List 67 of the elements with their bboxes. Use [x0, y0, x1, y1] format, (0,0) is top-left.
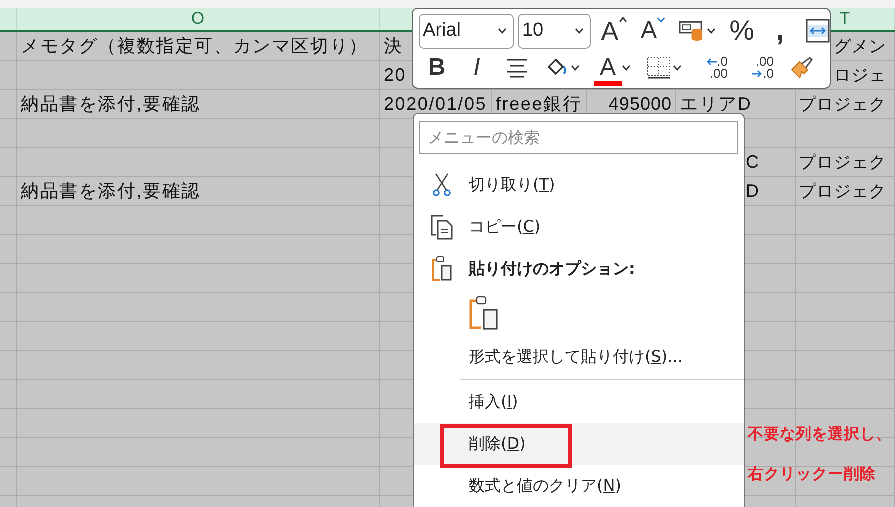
menu-search-field[interactable]: メニューの検索 [419, 121, 738, 154]
toolbar-button[interactable] [545, 58, 569, 78]
menu-heading: 貼り付けのオプション: [469, 258, 636, 280]
arrow-left-icon [706, 58, 718, 66]
menu-item[interactable]: コピー(C) [414, 206, 744, 248]
dropdown-caret-icon[interactable] [673, 65, 682, 71]
caret-down-icon [656, 17, 666, 23]
cell-styles-icon [679, 19, 705, 43]
table-cell: プロジェク [796, 90, 895, 119]
toolbar-button[interactable] [505, 58, 529, 78]
paste-option-button[interactable] [469, 296, 499, 330]
table-cell: 納品書を添付,要確認 [17, 90, 380, 119]
annotation-text: 右クリックー削除 [748, 465, 876, 483]
table-cell: メモタグ（複数指定可、カンマ区切り） [17, 32, 380, 61]
column-header[interactable]: T [840, 9, 850, 29]
toolbar-button[interactable] [647, 57, 671, 79]
row-header [0, 177, 17, 206]
fill-color-icon [546, 58, 568, 78]
row-header [0, 206, 17, 235]
row-header [0, 148, 17, 177]
chevron-down-icon [575, 28, 584, 34]
copy-icon [430, 214, 454, 240]
dropdown-caret-icon[interactable] [622, 65, 631, 71]
row-header [0, 61, 17, 90]
menu-item[interactable]: 形式を選択して貼り付け(S)... [414, 336, 744, 378]
row-header [0, 438, 17, 467]
align-center-icon [506, 58, 528, 78]
percent-button[interactable]: % [730, 17, 754, 45]
row-header [0, 293, 17, 322]
row-header [0, 264, 17, 293]
table-cell: 納品書を添付,要確認 [17, 177, 380, 206]
scissors-icon [432, 173, 452, 197]
annotation-text: 不要な列を選択し、 [748, 425, 892, 443]
font-name-dropdown[interactable]: Arial [419, 14, 514, 48]
menu-item[interactable]: 削除(D) [414, 423, 744, 465]
row-header [0, 235, 17, 264]
toolbar-button[interactable] [679, 19, 705, 43]
row-header [0, 119, 17, 148]
chevron-down-icon [498, 28, 508, 34]
clipboard-icon [469, 296, 499, 330]
row-header [0, 380, 17, 409]
caret-up-icon [618, 17, 628, 23]
menu-item[interactable]: 挿入(I) [414, 381, 744, 423]
row-header [0, 90, 17, 119]
row-header [0, 322, 17, 351]
decimal-button[interactable]: .00 .0 [744, 56, 774, 80]
row-header [0, 32, 17, 61]
column-header[interactable]: O [191, 9, 205, 29]
menu-item[interactable]: 数式と値のクリア(N) [414, 465, 744, 507]
shrink-font-button[interactable]: A [640, 17, 666, 45]
comma-button[interactable]: , [768, 17, 792, 45]
dropdown-caret-icon[interactable] [571, 65, 580, 71]
row-header [0, 351, 17, 380]
borders-icon [647, 57, 671, 79]
format-painter-icon [790, 56, 814, 80]
table-cell: プロジェク [796, 177, 895, 206]
decimal-button[interactable]: .0 .00 [698, 56, 728, 80]
font-color-button[interactable]: A [596, 54, 620, 82]
clipboard-icon [430, 256, 452, 282]
font-size-dropdown[interactable]: 10 [518, 14, 592, 48]
toolbar-button[interactable] [790, 56, 814, 80]
grow-font-button[interactable]: A [601, 17, 628, 45]
table-cell: プロジェク [796, 148, 895, 177]
arrow-right-icon [752, 70, 764, 78]
dropdown-caret-icon[interactable] [706, 28, 716, 34]
toolbar-button[interactable] [806, 19, 830, 43]
row-header [0, 409, 17, 438]
